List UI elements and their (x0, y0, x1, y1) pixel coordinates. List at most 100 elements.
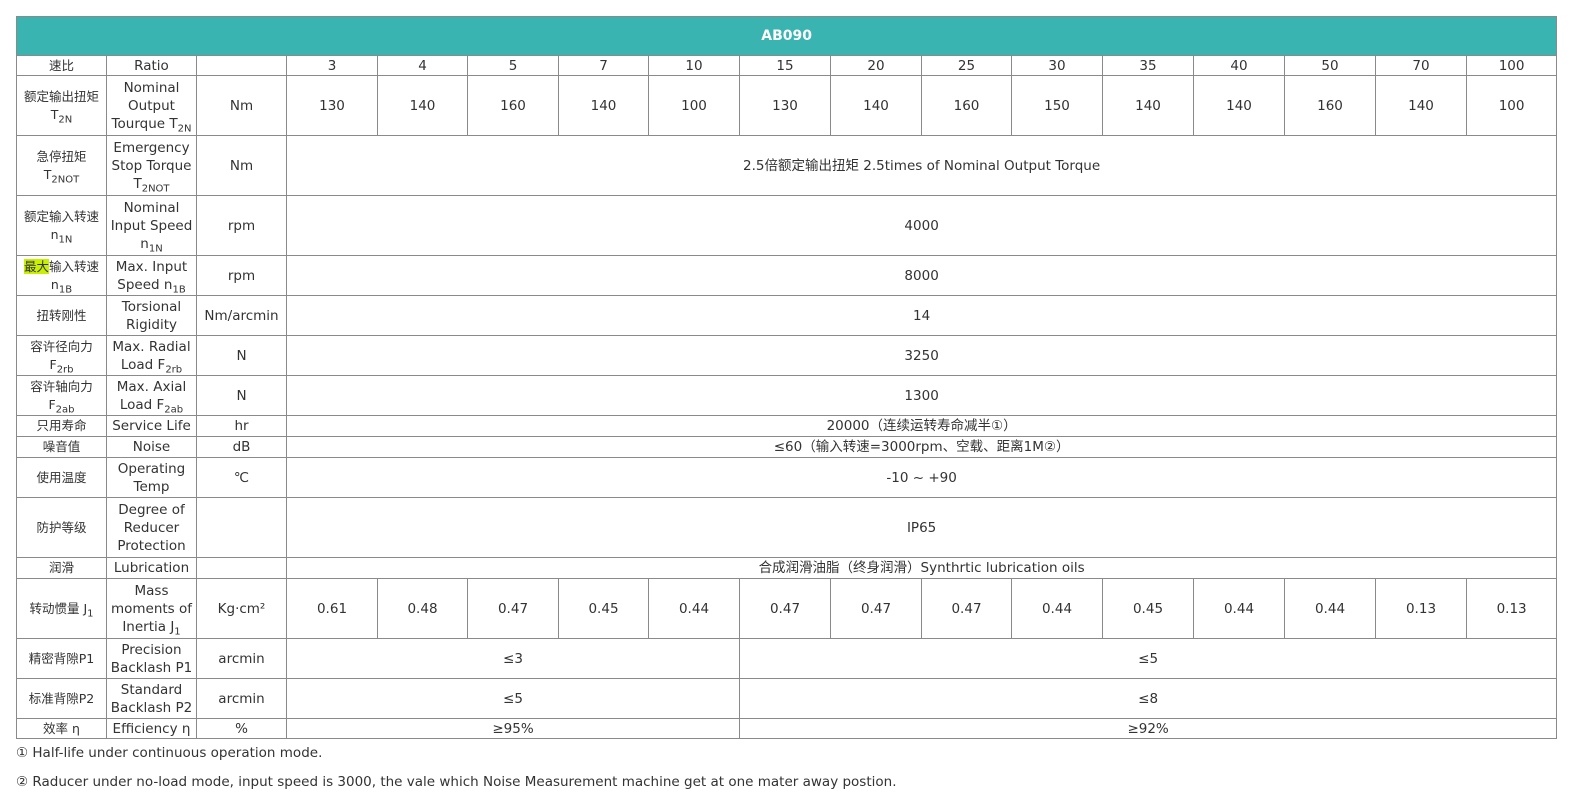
table-row-efficiency: 效率 η Efficiency η % ≥95% ≥92% (16, 718, 1558, 739)
table-row-nominal-speed: 额定输入转速 n1N Nominal Input Speed n1N rpm 4… (16, 195, 1558, 256)
unit-cell: % (196, 718, 287, 739)
value-cell: 合成润滑油脂（终身润滑）Synthrtic lubrication oils (285, 557, 1558, 579)
inertia-value: 0.47 (830, 578, 922, 639)
label-cn: 润滑 (16, 557, 107, 579)
unit-cell: dB (196, 436, 287, 458)
unit-cell (196, 557, 287, 579)
unit-cell: arcmin (196, 638, 287, 679)
label-cn: 精密背隙P1 (16, 638, 107, 679)
inertia-value: 0.47 (467, 578, 559, 639)
ratio-value: 25 (921, 55, 1012, 76)
torque-value: 130 (286, 75, 378, 136)
unit-cell: Kg·cm² (196, 578, 287, 639)
title-row: AB090 (15, 16, 1558, 56)
unit-cell: Nm/arcmin (196, 295, 287, 336)
label-cn: 额定输出扭矩 T2N (16, 75, 107, 136)
inertia-value: 0.47 (921, 578, 1012, 639)
label-cn: 容许径向力 F2rb (16, 335, 107, 376)
torque-value: 140 (830, 75, 922, 136)
ratio-value: 7 (558, 55, 649, 76)
unit-cell (196, 497, 287, 558)
label-en: Service Life (106, 415, 197, 437)
ratio-value: 35 (1102, 55, 1194, 76)
label-en: Max. Axial Load F2ab (106, 375, 197, 416)
ratio-value: 5 (467, 55, 559, 76)
label-en: Degree of Reducer Protection (106, 497, 197, 558)
value-cell: ≤60（输入转速=3000rpm、空载、距离1M②） (285, 436, 1558, 458)
inertia-value: 0.45 (1102, 578, 1194, 639)
label-cn: 使用温度 (16, 457, 107, 498)
unit-cell: Nm (196, 75, 287, 136)
value-cell: 14 (285, 295, 1558, 336)
value-cell: 20000（连续运转寿命减半①） (285, 415, 1558, 437)
label-cn: 效率 η (16, 718, 107, 739)
label-en: Ratio (106, 55, 197, 76)
torque-value: 160 (921, 75, 1012, 136)
label-cn: 标准背隙P2 (16, 678, 107, 719)
label-en: Max. Input Speed n1B (106, 255, 197, 296)
label-en: Emergency Stop Torque T2NOT (106, 135, 197, 196)
value-cell: -10 ~ +90 (285, 457, 1558, 498)
value-cell-low-ratio: ≥95% (286, 718, 740, 739)
unit-cell (196, 55, 287, 76)
torque-value: 160 (1284, 75, 1376, 136)
ratio-value: 70 (1375, 55, 1467, 76)
inertia-value: 0.13 (1465, 578, 1558, 639)
label-cn: 急停扭矩 T2NOT (16, 135, 107, 196)
label-en: Nominal Input Speed n1N (106, 195, 197, 256)
unit-cell: arcmin (196, 678, 287, 719)
table-row-backlash-p1: 精密背隙P1 Precision Backlash P1 arcmin ≤3 ≤… (16, 638, 1558, 679)
torque-value: 100 (1465, 75, 1558, 136)
value-cell: 8000 (285, 255, 1558, 296)
table-row-lubrication: 润滑 Lubrication 合成润滑油脂（终身润滑）Synthrtic lub… (16, 557, 1558, 579)
value-cell-low-ratio: ≤3 (286, 638, 740, 679)
value-cell: 2.5倍额定输出扭矩 2.5times of Nominal Output To… (285, 135, 1558, 196)
value-cell-low-ratio: ≤5 (286, 678, 740, 719)
torque-value: 160 (467, 75, 559, 136)
label-en: Precision Backlash P1 (106, 638, 197, 679)
table-row-rigidity: 扭转刚性 Torsional Rigidity Nm/arcmin 14 (16, 295, 1558, 336)
label-en: Standard Backlash P2 (106, 678, 197, 719)
ratio-value: 4 (377, 55, 468, 76)
table-row-max-speed: 最大输入转速 n1B Max. Input Speed n1B rpm 8000 (16, 255, 1558, 296)
table-row-service-life: 只用寿命 Service Life hr 20000（连续运转寿命减半①） (16, 415, 1558, 437)
ratio-value: 40 (1193, 55, 1285, 76)
inertia-value: 0.13 (1375, 578, 1467, 639)
torque-value: 140 (377, 75, 468, 136)
footnote-2: ② Raducer under no-load mode, input spee… (16, 774, 897, 790)
inertia-value: 0.61 (286, 578, 378, 639)
value-cell: 1300 (285, 375, 1558, 416)
inertia-value: 0.44 (648, 578, 740, 639)
ratio-value: 50 (1284, 55, 1376, 76)
label-cn: 容许轴向力 F2ab (16, 375, 107, 416)
unit-cell: rpm (196, 195, 287, 256)
value-cell: 4000 (285, 195, 1558, 256)
inertia-value: 0.48 (377, 578, 468, 639)
ratio-value: 3 (286, 55, 378, 76)
value-cell-high-ratio: ≤5 (738, 638, 1558, 679)
inertia-value: 0.44 (1193, 578, 1285, 639)
unit-cell: ℃ (196, 457, 287, 498)
torque-value: 140 (1375, 75, 1467, 136)
ratio-value: 15 (739, 55, 831, 76)
ratio-value: 20 (830, 55, 922, 76)
spec-table: AB090 速比 Ratio 3 4 5 7 10 15 20 25 30 35… (15, 16, 1558, 739)
label-en: Mass moments of Inertia J1 (106, 578, 197, 639)
label-en: Efficiency η (106, 718, 197, 739)
unit-cell: rpm (196, 255, 287, 296)
inertia-value: 0.44 (1284, 578, 1376, 639)
unit-cell: N (196, 335, 287, 376)
footnote-1: ① Half-life under continuous operation m… (16, 745, 323, 761)
label-cn: 噪音值 (16, 436, 107, 458)
inertia-value: 0.47 (739, 578, 831, 639)
label-cn: 防护等级 (16, 497, 107, 558)
inertia-value: 0.44 (1011, 578, 1103, 639)
table-row-protection: 防护等级 Degree of Reducer Protection IP65 (16, 497, 1558, 558)
table-title: AB090 (15, 16, 1558, 56)
ratio-value: 100 (1465, 55, 1558, 76)
label-en: Torsional Rigidity (106, 295, 197, 336)
unit-cell: hr (196, 415, 287, 437)
unit-cell: N (196, 375, 287, 416)
table-row-inertia: 转动惯量 J1 Mass moments of Inertia J1 Kg·cm… (16, 578, 1558, 639)
torque-value: 140 (1102, 75, 1194, 136)
